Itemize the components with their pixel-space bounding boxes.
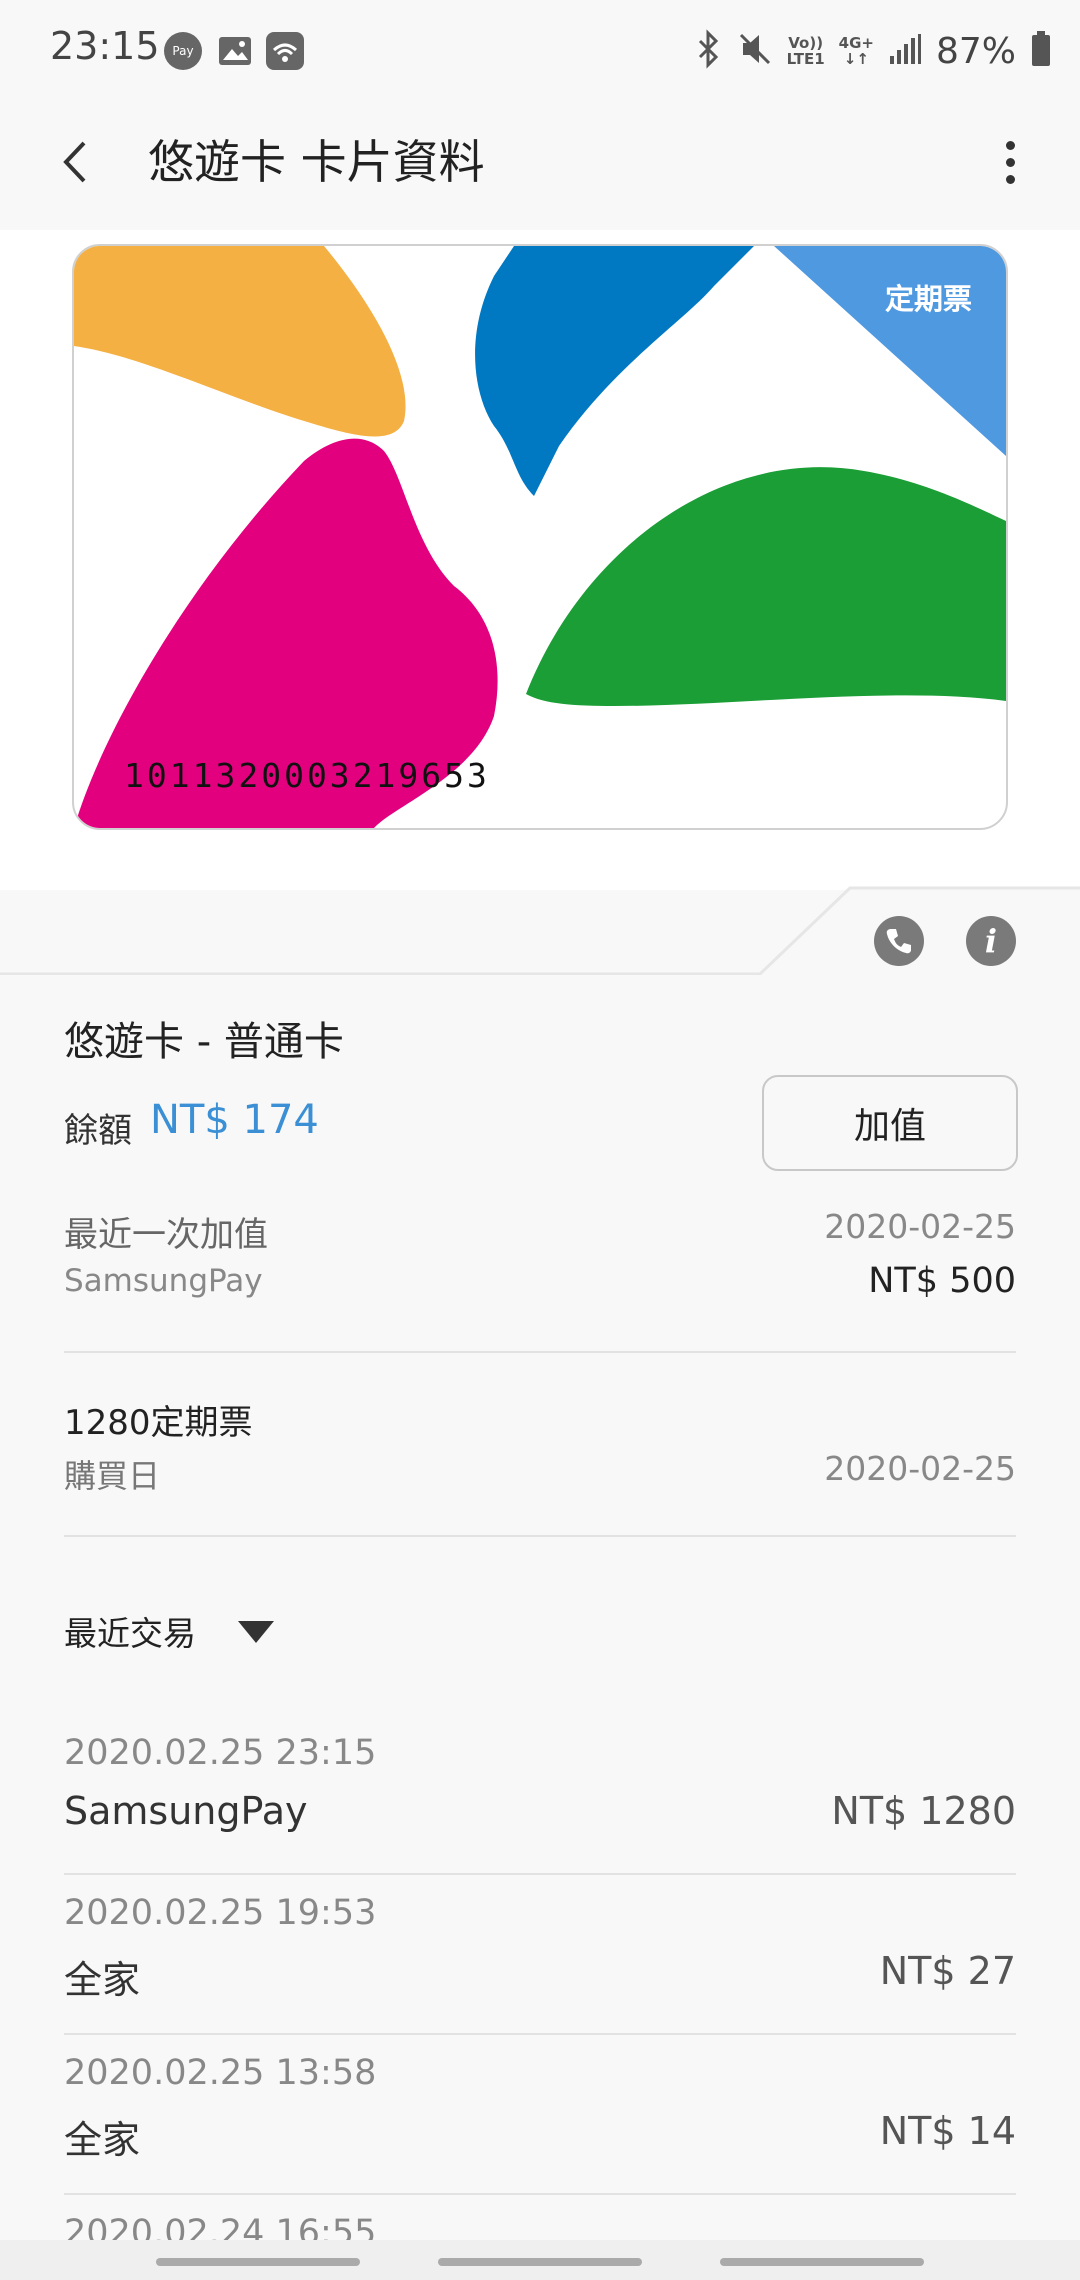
volte-indicator: Vo)) LTE1 [787, 35, 825, 67]
more-dot-icon [1005, 140, 1015, 150]
nav-home-button[interactable] [438, 2258, 642, 2266]
samsung-pay-icon: Pay [164, 32, 202, 70]
data-arrows-icon: ↓↑ [843, 50, 869, 68]
balance-label: 餘額 [64, 1111, 132, 1151]
last-topup-source: SamsungPay [64, 1263, 263, 1299]
back-button[interactable] [44, 130, 108, 194]
card-type-title: 悠遊卡 - 普通卡 [64, 1019, 344, 1065]
more-dot-icon [1005, 157, 1015, 167]
battery-percent: 87% [935, 30, 1016, 72]
status-bar: 23:15 Pay Vo)) LTE1 4G+ ↓↑ 87% [0, 0, 1080, 100]
back-arrow-icon [63, 141, 86, 183]
gallery-icon [216, 32, 254, 70]
network-type: 4G+ [838, 34, 874, 52]
info-icon: i [984, 922, 998, 960]
divider [64, 1873, 1016, 1875]
last-topup-amount: NT$ 500 [868, 1261, 1016, 1301]
nav-recents-button[interactable] [156, 2258, 360, 2266]
pass-buy-date: 2020-02-25 [824, 1449, 1016, 1488]
divider [64, 2193, 1016, 2195]
transaction-amount: NT$ 1280 [831, 1789, 1016, 1833]
more-dot-icon [1005, 174, 1015, 184]
app-bar: 悠遊卡 卡片資料 [0, 100, 1080, 230]
transaction-time: 2020.02.25 23:15 [64, 1733, 377, 1773]
card-badge: 定期票 [884, 282, 972, 316]
transaction-time: 2020.02.25 19:53 [64, 1893, 377, 1933]
card-details-panel: 悠遊卡 - 普通卡 餘額 NT$ 174 加值 最近一次加值 SamsungPa… [0, 975, 1080, 2240]
volte-line2: LTE1 [786, 50, 825, 68]
status-time: 23:15 [50, 24, 160, 68]
divider [64, 2033, 1016, 2035]
transaction-merchant: SamsungPay [64, 1789, 308, 1833]
battery-icon [1030, 30, 1052, 72]
pass-buy-label: 購買日 [64, 1457, 161, 1495]
last-topup-date: 2020-02-25 [824, 1207, 1016, 1246]
network-type-indicator: 4G+ ↓↑ [839, 35, 874, 67]
transaction-amount: NT$ 27 [879, 1949, 1016, 1993]
transaction-time: 2020.02.24 16:55 [64, 2213, 377, 2240]
mute-icon [737, 29, 773, 73]
status-right-group: Vo)) LTE1 4G+ ↓↑ 87% [693, 26, 1052, 76]
topup-button[interactable]: 加值 [762, 1075, 1018, 1171]
card-green-shape [526, 467, 1006, 706]
recent-transactions-title[interactable]: 最近交易 [64, 1607, 196, 1655]
last-topup-label: 最近一次加值 [64, 1215, 268, 1255]
transaction-amount: NT$ 14 [879, 2109, 1016, 2153]
info-button[interactable]: i [966, 916, 1016, 966]
phone-button[interactable] [874, 916, 924, 966]
card-number: 1011320003219653 [124, 756, 490, 795]
transaction-row[interactable]: 2020.02.25 23:15 SamsungPay NT$ 1280 [64, 1733, 1016, 1893]
card-blue-shape [475, 246, 754, 496]
volte-line1: Vo)) [788, 34, 824, 52]
card-area: 定期票 1011320003219653 [0, 230, 1080, 890]
transaction-merchant: 全家 [64, 2118, 141, 2162]
nav-back-button[interactable] [720, 2258, 924, 2266]
transaction-row[interactable]: 2020.02.24 16:55 [64, 2213, 1016, 2240]
more-options-button[interactable] [978, 130, 1042, 194]
easycard-image[interactable]: 定期票 1011320003219653 [72, 244, 1008, 830]
balance-value: NT$ 174 [150, 1097, 319, 1143]
signal-icon [888, 32, 922, 70]
bluetooth-icon [693, 29, 723, 73]
system-navigation-bar [0, 2240, 1080, 2280]
dropdown-triangle-icon[interactable] [238, 1621, 274, 1643]
divider [64, 1351, 1016, 1353]
divider [64, 1535, 1016, 1537]
transaction-row[interactable]: 2020.02.25 13:58 全家 NT$ 14 [64, 2053, 1016, 2213]
phone-icon [886, 929, 911, 954]
card-artwork [74, 246, 1006, 828]
transaction-merchant: 全家 [64, 1958, 141, 2002]
pass-title: 1280定期票 [64, 1403, 253, 1443]
transaction-row[interactable]: 2020.02.25 19:53 全家 NT$ 27 [64, 1893, 1016, 2053]
page-title: 悠遊卡 卡片資料 [148, 135, 485, 189]
wifi-calling-icon [266, 32, 304, 70]
transaction-time: 2020.02.25 13:58 [64, 2053, 377, 2093]
card-orange-shape [74, 246, 406, 437]
